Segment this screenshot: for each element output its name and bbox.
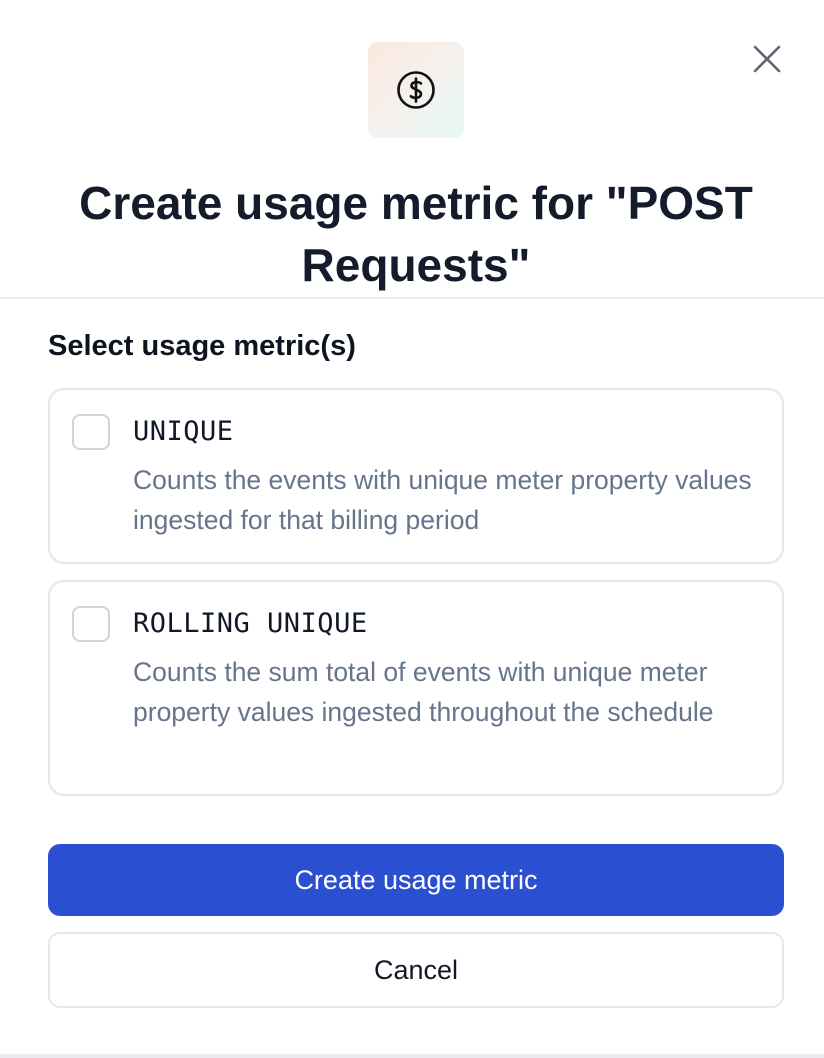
dialog-title: Create usage metric for "POST Requests" xyxy=(79,177,753,291)
cancel-button[interactable]: Cancel xyxy=(48,932,784,1008)
option-title: ROLLING UNIQUE xyxy=(133,608,368,639)
header-divider xyxy=(0,297,824,299)
option-description: Counts the events with unique meter prop… xyxy=(133,465,752,535)
unique-checkbox[interactable] xyxy=(72,414,110,450)
rolling-unique-checkbox[interactable] xyxy=(72,606,110,642)
close-button[interactable] xyxy=(746,38,788,80)
create-usage-metric-dialog: Create usage metric for "POST Requests" … xyxy=(0,0,824,1058)
header-icon-tile xyxy=(368,42,464,138)
option-description: Counts the sum total of events with uniq… xyxy=(133,657,714,727)
create-usage-metric-button[interactable]: Create usage metric xyxy=(48,844,784,916)
option-rolling-unique[interactable]: ROLLING UNIQUE Counts the sum total of e… xyxy=(48,580,784,796)
dialog-bottom-edge xyxy=(0,1054,824,1058)
dollar-circle-icon xyxy=(397,71,435,109)
option-title: UNIQUE xyxy=(133,416,234,447)
section-label: Select usage metric(s) xyxy=(48,330,356,362)
option-unique[interactable]: UNIQUE Counts the events with unique met… xyxy=(48,388,784,564)
close-icon xyxy=(753,45,781,73)
